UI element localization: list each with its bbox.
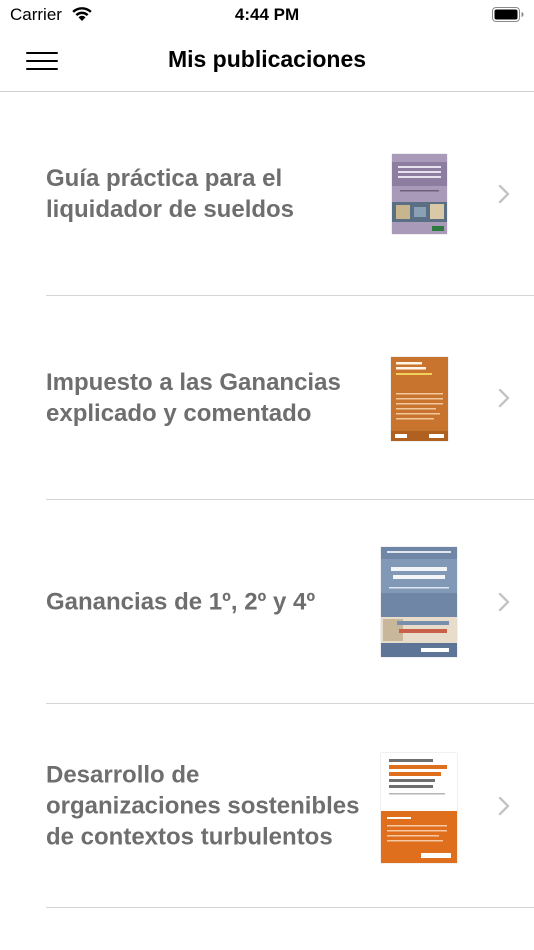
chevron-right-icon <box>498 184 510 204</box>
clock-time: 4:44 PM <box>234 5 300 24</box>
book-cover-image <box>381 547 457 657</box>
publication-row[interactable]: Ganancias de 1º, 2º y 4º <box>0 500 534 704</box>
publication-title: Ganancias de 1º, 2º y 4º <box>46 588 316 616</box>
row-divider <box>46 907 534 908</box>
publication-title: Guía práctica para el liquidador de suel… <box>46 165 295 223</box>
navigation-bar: Mis publicaciones <box>0 30 534 92</box>
publications-list: Guía práctica para el liquidador de suel… <box>0 92 534 908</box>
publication-row[interactable]: Impuesto a las Ganancias explicado y com… <box>0 296 534 500</box>
book-cover-image <box>391 357 448 441</box>
chevron-right-icon <box>498 796 510 816</box>
book-cover-image <box>392 154 447 234</box>
page-title: Mis publicaciones <box>167 46 367 72</box>
battery-icon <box>492 7 524 22</box>
book-cover-image <box>381 753 457 863</box>
publication-title: Impuesto a las Ganancias explicado y com… <box>46 369 341 427</box>
status-bar: Carrier 4:44 PM <box>0 0 534 30</box>
publication-row[interactable]: Desarrollo de organizaciones sostenibles… <box>0 704 534 908</box>
publication-row[interactable]: Guía práctica para el liquidador de suel… <box>0 92 534 296</box>
chevron-right-icon <box>498 388 510 408</box>
publication-title: Desarrollo de organizaciones sostenibles… <box>46 761 360 851</box>
chevron-right-icon <box>498 592 510 612</box>
